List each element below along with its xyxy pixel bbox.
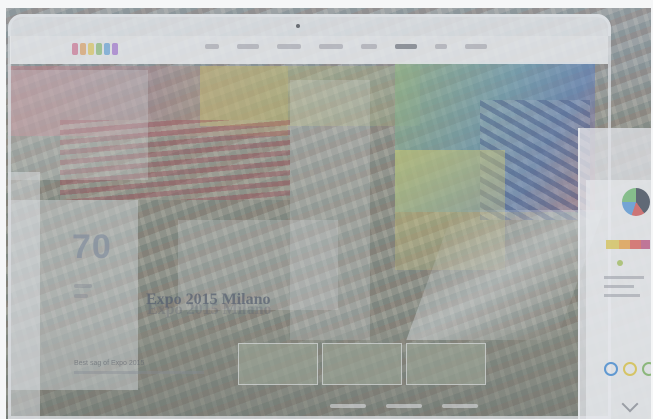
screenshot-scene: 70 Expo 2015 Milano Expo 2015 Milano Bes… (0, 0, 653, 419)
overlay-haze (0, 0, 653, 419)
image-border (0, 0, 653, 8)
image-border (0, 0, 6, 419)
